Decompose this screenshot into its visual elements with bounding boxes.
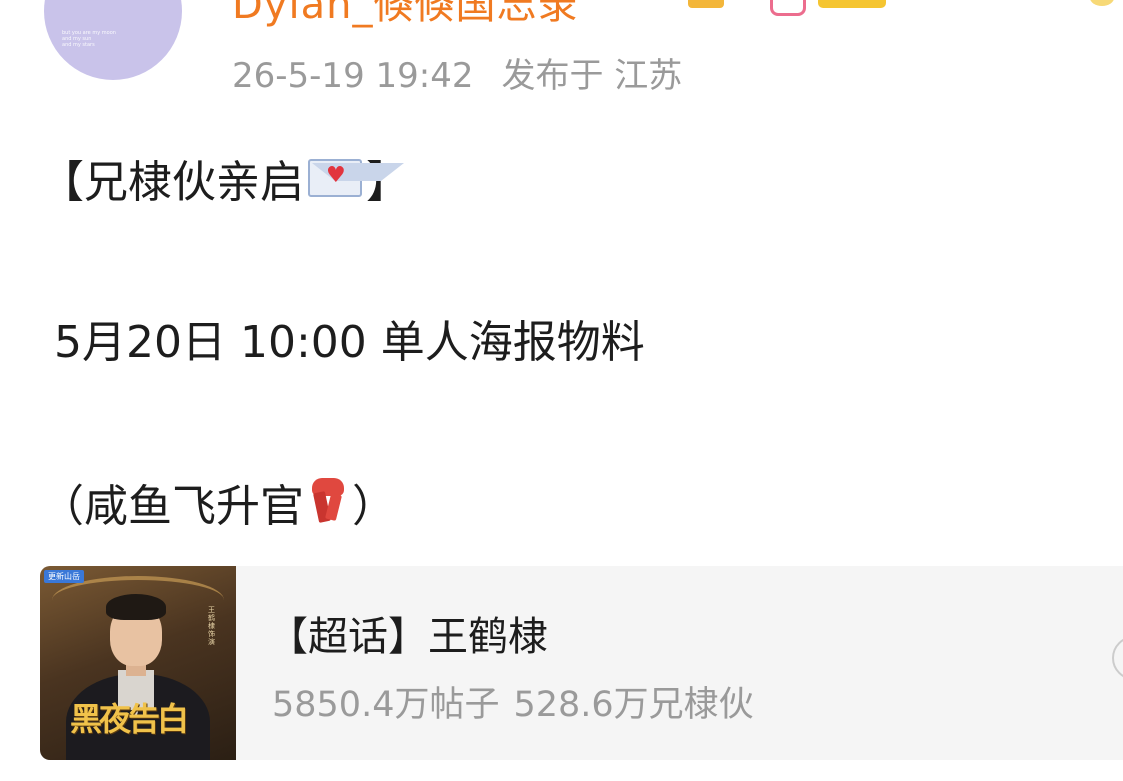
scarf-icon xyxy=(310,476,346,528)
level-badge-icon xyxy=(818,0,886,8)
author-name[interactable]: Dylan_倏倏国忘录 xyxy=(232,0,578,30)
post-location: 发布于 江苏 xyxy=(501,56,683,96)
post-timestamp: 26-5-19 19:42 xyxy=(232,56,474,96)
love-letter-icon xyxy=(308,159,404,197)
topic-title[interactable]: 【超话】王鹤棣 xyxy=(268,604,548,662)
post-meta: 26-5-19 19:42 发布于 江苏 xyxy=(232,48,710,97)
weibo-post: but you are my moon and my sun and my st… xyxy=(0,0,1123,781)
avatar[interactable]: but you are my moon and my sun and my st… xyxy=(44,0,182,80)
thumbnail-hair xyxy=(106,594,166,620)
super-topic-card[interactable]: 王鹤棣饰演 黑夜告白 更新山岳 【超话】王鹤棣 5850.4万帖子 528.6万兄… xyxy=(40,566,1123,760)
decoration-icon xyxy=(1090,0,1114,6)
line3-suffix: ） xyxy=(352,481,396,532)
fan-badge-icon xyxy=(770,0,806,16)
post-text-line-2: 5月20日 10:00 单人海报物料 xyxy=(54,317,645,368)
avatar-caption: but you are my moon and my sun and my st… xyxy=(62,30,116,48)
line1-prefix: 【兄棣伙亲启 xyxy=(40,157,304,208)
topic-thumbnail[interactable]: 王鹤棣饰演 黑夜告白 更新山岳 xyxy=(40,566,236,760)
topic-member-count: 528.6万兄棣伙 xyxy=(513,685,754,725)
post-text-line-1: 【兄棣伙亲启 】 xyxy=(40,146,410,210)
thumbnail-tag: 更新山岳 xyxy=(44,570,84,583)
line3-prefix: （咸鱼飞升官 xyxy=(40,481,304,532)
post-text-line-3: （咸鱼飞升官 ） xyxy=(40,470,396,534)
topic-stats: 5850.4万帖子 528.6万兄棣伙 xyxy=(272,676,768,727)
thumbnail-title: 黑夜告白 xyxy=(70,700,189,738)
topic-post-count: 5850.4万帖子 xyxy=(272,685,500,725)
thumbnail-vertical-text: 王鹤棣饰演 xyxy=(208,606,215,646)
vip-badge-icon xyxy=(688,0,724,8)
